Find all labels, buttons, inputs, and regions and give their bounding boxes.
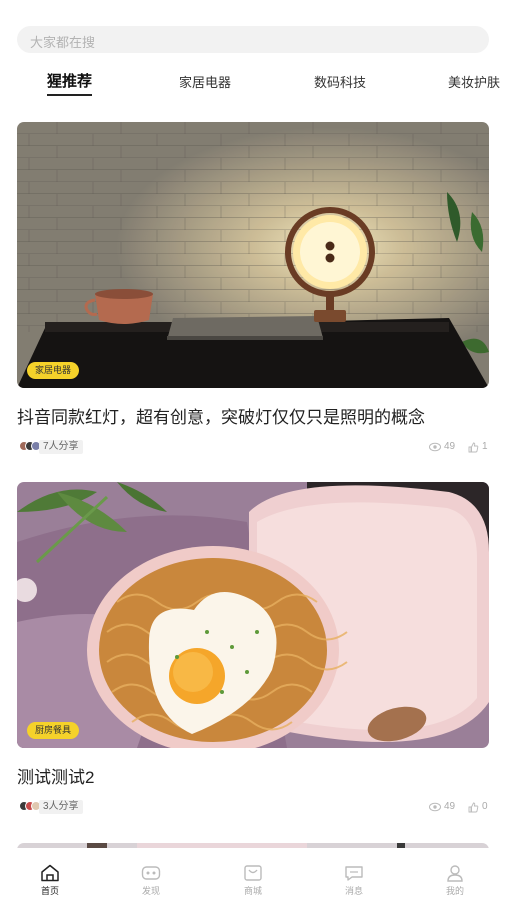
nav-shop[interactable]: 商城: [223, 852, 283, 900]
category-tabs: 猩推荐 家居电器 数码科技 美妆护肤: [0, 66, 506, 96]
nav-home[interactable]: 首页: [20, 852, 80, 900]
eye-icon: [429, 802, 441, 812]
view-stat: 49: [429, 800, 455, 814]
post-meta: 7人分享 49 1: [17, 439, 489, 455]
category-tag: 家居电器: [27, 362, 80, 379]
search-bar[interactable]: 大家都在搜: [17, 26, 489, 53]
bottom-nav: 首页 发现 商城 消息 我的: [0, 852, 506, 900]
nav-label: 商城: [243, 886, 262, 896]
search-placeholder: 大家都在搜: [30, 35, 96, 50]
post-title[interactable]: 抖音同款红灯，超有创意，突破灯仅仅只是照明的概念: [17, 403, 425, 428]
nav-label: 发现: [141, 886, 160, 896]
share-count: 3人分享: [39, 800, 83, 814]
discover-icon: [141, 866, 161, 880]
nav-label: 我的: [445, 886, 464, 896]
view-count: 49: [444, 801, 456, 812]
view-count: 49: [444, 441, 456, 452]
home-icon: [41, 864, 59, 882]
like-count: 0: [482, 801, 488, 812]
nav-discover[interactable]: 发现: [121, 852, 181, 900]
nav-label: 消息: [344, 886, 363, 896]
feed-card[interactable]: [17, 843, 489, 848]
lamp-photo[interactable]: 家居电器: [17, 122, 489, 388]
tab-beauty[interactable]: 美妆护肤: [448, 72, 500, 91]
category-tag: 厨房餐具: [27, 722, 80, 739]
like-count: 1: [482, 441, 488, 452]
nav-profile[interactable]: 我的: [425, 852, 485, 900]
nav-label: 首页: [40, 886, 59, 896]
profile-icon: [447, 865, 463, 882]
like-stat[interactable]: 0: [468, 800, 488, 814]
post-photo[interactable]: [17, 843, 489, 848]
tab-home-appliances[interactable]: 家居电器: [179, 72, 231, 91]
like-stat[interactable]: 1: [468, 440, 488, 454]
feed-list[interactable]: 家居电器 抖音同款红灯，超有创意，突破灯仅仅只是照明的概念 7人分享 49 1: [0, 122, 506, 848]
view-stat: 49: [429, 440, 455, 454]
nav-messages[interactable]: 消息: [324, 852, 384, 900]
tab-digital-tech[interactable]: 数码科技: [314, 72, 366, 91]
thumbs-up-icon: [468, 802, 479, 812]
message-icon: [345, 866, 363, 881]
feed-card[interactable]: 厨房餐具 测试测试2 3人分享 49 0: [17, 482, 489, 822]
post-title[interactable]: 测试测试2: [17, 763, 94, 788]
noodle-bowl-photo[interactable]: 厨房餐具: [17, 482, 489, 748]
post-meta: 3人分享 49 0: [17, 799, 489, 815]
eye-icon: [429, 442, 441, 452]
feed-card[interactable]: 家居电器 抖音同款红灯，超有创意，突破灯仅仅只是照明的概念 7人分享 49 1: [17, 122, 489, 462]
thumbs-up-icon: [468, 442, 479, 452]
tab-recommend[interactable]: 猩推荐: [47, 70, 93, 96]
share-count: 7人分享: [39, 440, 83, 454]
shop-icon: [244, 865, 262, 881]
